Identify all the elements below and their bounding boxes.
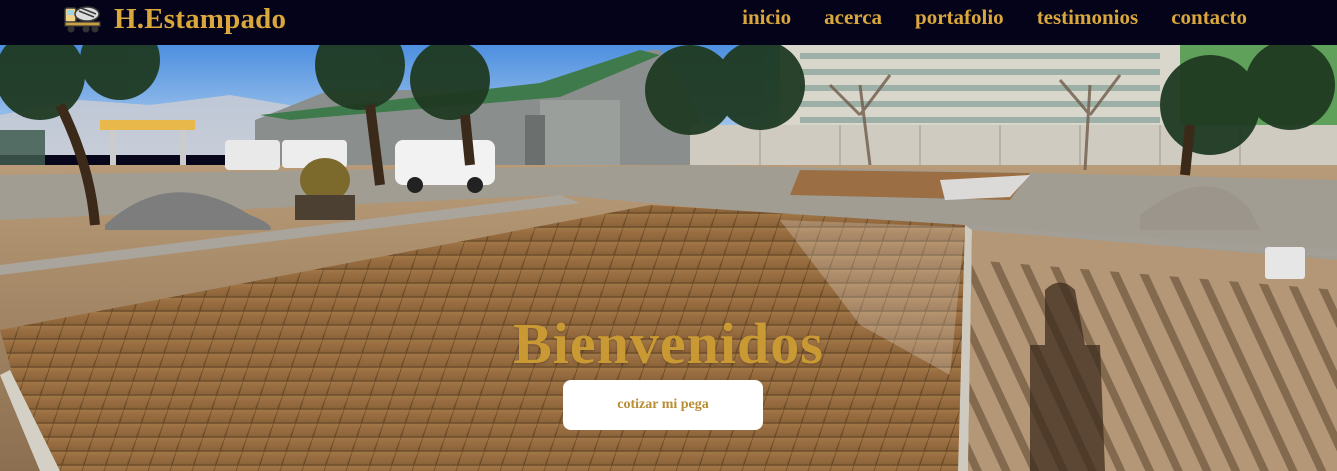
brand[interactable]: H.Estampado <box>64 2 286 36</box>
main-nav: inicio acerca portafolio testimonios con… <box>742 5 1247 30</box>
nav-link-portafolio[interactable]: portafolio <box>915 5 1004 30</box>
nav-link-inicio[interactable]: inicio <box>742 5 791 30</box>
hero-title: Bienvenidos <box>513 311 824 376</box>
nav-link-contacto[interactable]: contacto <box>1171 5 1247 30</box>
nav-link-acerca[interactable]: acerca <box>824 5 882 30</box>
hero-section: Bienvenidos cotizar mi pega <box>0 45 1337 471</box>
brand-name: H.Estampado <box>114 2 287 35</box>
top-navbar: H.Estampado inicio acerca portafolio tes… <box>0 0 1337 45</box>
get-quote-button[interactable]: cotizar mi pega <box>563 380 763 430</box>
nav-link-testimonios[interactable]: testimonios <box>1037 5 1139 30</box>
concrete-mixer-truck-icon <box>64 6 101 33</box>
